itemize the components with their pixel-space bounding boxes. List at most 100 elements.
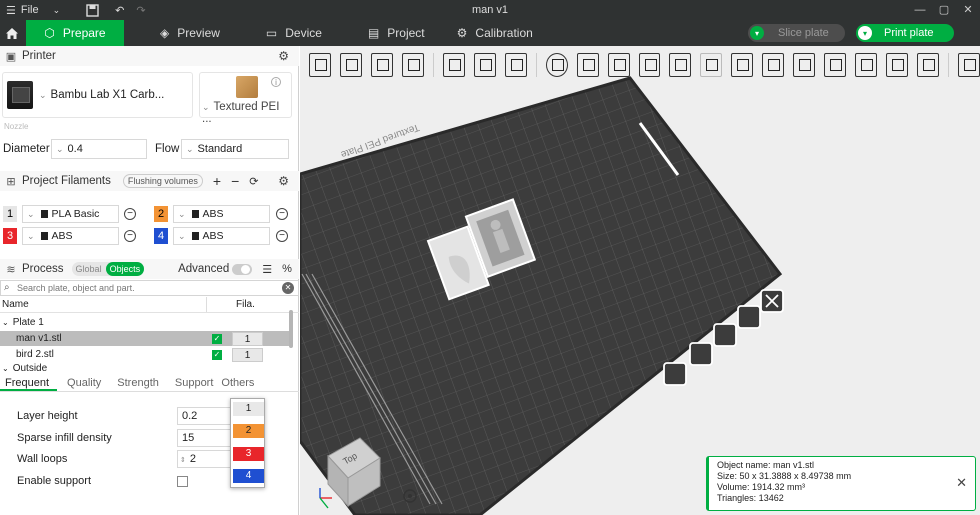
chevron-down-icon[interactable]: ▾ <box>750 26 764 40</box>
tab-support[interactable]: Support <box>167 374 222 391</box>
stepper-icon[interactable]: ⇕ <box>180 457 186 464</box>
lay-on-face-icon[interactable] <box>638 53 661 77</box>
redo-icon[interactable]: ↷ <box>130 0 151 20</box>
filament-option-1[interactable]: 1 <box>233 402 264 416</box>
camera-icon[interactable] <box>689 342 713 366</box>
list-icon[interactable]: ☰ <box>262 263 272 276</box>
plate-type-selector[interactable]: i ⌄ Textured PEI ... <box>199 72 292 125</box>
filament-option-3[interactable]: 3 <box>233 447 264 461</box>
move-icon[interactable] <box>545 53 568 77</box>
chevron-down-icon[interactable]: ▾ <box>858 26 872 40</box>
clear-search-icon[interactable]: ✕ <box>282 282 294 294</box>
object-list-scrollbar[interactable] <box>289 310 293 348</box>
close-button[interactable]: ✕ <box>956 0 980 20</box>
plate-row[interactable]: ⌄ Plate 1 <box>0 315 290 330</box>
auto-orient-icon[interactable] <box>663 362 687 386</box>
object-row[interactable]: man v1.stl ✓ 1 <box>0 331 290 346</box>
measure-icon[interactable] <box>855 53 878 77</box>
close-icon[interactable]: ✕ <box>956 476 967 489</box>
main-tab-bar: ⬡ Prepare ◈ Preview ▭ Device ▤ Project ⚙… <box>0 20 980 46</box>
tab-prepare[interactable]: ⬡ Prepare <box>26 20 124 46</box>
add-object-icon[interactable] <box>309 53 331 77</box>
printer-selector[interactable]: ⌄ Bambu Lab X1 Carb... <box>2 72 193 118</box>
tab-quality[interactable]: Quality <box>59 374 109 391</box>
text-icon[interactable] <box>793 53 816 77</box>
filament-option-4[interactable]: 4 <box>233 469 264 483</box>
slice-plate-button[interactable]: ▾ Slice plate <box>748 24 845 42</box>
3d-viewport[interactable]: Textured PEI Plate Top Object name: man … <box>300 46 980 515</box>
remove-icon[interactable]: − <box>231 173 239 189</box>
arrange-icon[interactable] <box>713 323 737 347</box>
remove-filament-icon[interactable]: − <box>124 230 136 242</box>
filament-1-color[interactable]: 1 <box>3 206 17 222</box>
object-row[interactable]: bird 2.stl ✓ 1 <box>0 347 290 362</box>
orient-icon[interactable] <box>401 53 424 77</box>
diameter-select[interactable]: ⌄ 0.4 <box>51 139 147 159</box>
info-icon[interactable]: i <box>271 77 281 87</box>
split-objects-icon[interactable] <box>442 53 465 77</box>
filament-3-color[interactable]: 3 <box>3 228 17 244</box>
maximize-button[interactable]: ▢ <box>932 0 956 20</box>
flushing-volumes-button[interactable]: Flushing volumes <box>122 174 203 188</box>
scale-icon[interactable] <box>607 53 630 77</box>
tab-project[interactable]: ▤ Project <box>352 20 441 46</box>
filament-2-select[interactable]: ⌄ ABS <box>173 205 270 223</box>
object-filament-select[interactable]: 1 <box>232 347 263 362</box>
file-menu[interactable]: ☰ File ⌄ <box>0 0 66 20</box>
split-parts-icon[interactable] <box>473 53 496 77</box>
color-paint-icon[interactable] <box>824 53 847 77</box>
filament-4-color[interactable]: 4 <box>154 228 168 244</box>
seam-paint-icon[interactable] <box>762 53 785 77</box>
object-search-input[interactable]: ⌕ Search plate, object and part. ✕ <box>0 280 299 296</box>
gear-icon[interactable]: ⚙ <box>278 174 289 188</box>
chevron-down-icon: ⌄ <box>186 143 194 154</box>
sync-icon[interactable]: ⟳ <box>249 175 258 188</box>
tab-others[interactable]: Others <box>221 374 262 391</box>
lock-icon[interactable] <box>737 305 761 329</box>
print-plate-button[interactable]: ▾ Print plate <box>856 24 954 42</box>
add-plate-icon[interactable] <box>370 53 393 77</box>
chevron-down-icon[interactable]: ⌄ <box>2 364 9 373</box>
remove-filament-icon[interactable]: − <box>124 208 136 220</box>
advanced-toggle[interactable] <box>232 263 253 275</box>
global-option[interactable]: Global <box>72 264 106 274</box>
percent-icon[interactable]: % <box>282 263 292 275</box>
filament-2-color[interactable]: 2 <box>154 206 168 222</box>
checkmark-icon[interactable]: ✓ <box>212 349 222 360</box>
gear-icon[interactable]: ⚙ <box>278 49 289 63</box>
filament-option-2[interactable]: 2 <box>233 424 264 438</box>
cut-icon[interactable] <box>669 53 692 77</box>
process-scope-toggle[interactable]: Global Objects <box>71 262 145 276</box>
add-icon[interactable]: + <box>213 173 221 189</box>
home-icon[interactable] <box>0 20 24 46</box>
minimize-button[interactable]: — <box>908 0 932 20</box>
more-tools-icon[interactable] <box>958 53 980 77</box>
fit-view-icon[interactable] <box>917 53 940 77</box>
grid-arrange-icon[interactable] <box>339 53 362 77</box>
support-paint-icon[interactable] <box>731 53 754 77</box>
outside-row[interactable]: ⌄ Outside <box>0 363 290 373</box>
rotate-icon[interactable] <box>576 53 599 77</box>
objects-option[interactable]: Objects <box>105 262 145 276</box>
undo-icon[interactable]: ↶ <box>109 0 130 20</box>
tab-preview[interactable]: ◈ Preview <box>144 20 236 46</box>
filament-4-select[interactable]: ⌄ ABS <box>173 227 270 245</box>
layers-icon[interactable] <box>504 53 527 77</box>
assembly-icon[interactable] <box>886 53 909 77</box>
object-filament-select[interactable]: 1 <box>232 331 263 346</box>
save-icon[interactable] <box>80 0 105 20</box>
remove-filament-icon[interactable]: − <box>276 208 288 220</box>
remove-filament-icon[interactable]: − <box>276 230 288 242</box>
chevron-down-icon[interactable]: ⌄ <box>2 318 9 327</box>
boolean-icon[interactable] <box>700 53 723 77</box>
enable-support-checkbox[interactable] <box>177 475 188 487</box>
tab-strength[interactable]: Strength <box>109 374 167 391</box>
filament-1-select[interactable]: ⌄ PLA Basic <box>22 205 119 223</box>
tab-frequent[interactable]: Frequent <box>0 374 58 391</box>
flow-select[interactable]: ⌄ Standard <box>181 139 289 159</box>
tab-calibration[interactable]: ⚙ Calibration <box>441 20 549 46</box>
view-toolbar <box>300 46 980 84</box>
tab-device[interactable]: ▭ Device <box>250 20 338 46</box>
filament-3-select[interactable]: ⌄ ABS <box>22 227 119 245</box>
checkmark-icon[interactable]: ✓ <box>212 333 222 344</box>
